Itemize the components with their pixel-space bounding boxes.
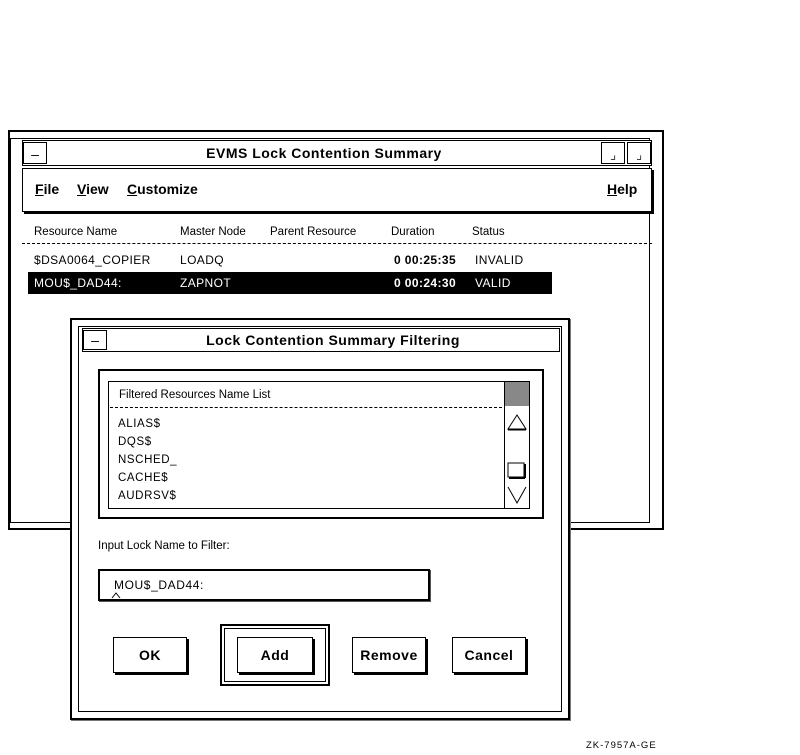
remove-button[interactable]: Remove (352, 637, 426, 673)
dialog-title: Lock Contention Summary Filtering (206, 332, 460, 348)
list-item[interactable]: CACHE$ (118, 472, 168, 484)
dialog-title-bar[interactable]: — Lock Contention Summary Filtering (82, 328, 560, 352)
list-header-separator (110, 407, 502, 408)
add-button[interactable]: Add (237, 637, 313, 673)
minimize-icon: ⌟ (609, 148, 617, 163)
scroll-down-arrow-icon[interactable] (506, 485, 528, 505)
cell-status: INVALID (475, 253, 524, 267)
dialog-menu-button[interactable]: — (83, 330, 107, 350)
menu-view[interactable]: View (77, 181, 109, 197)
cell-resource-name: MOU$_DAD44: (34, 276, 122, 290)
maximize-button[interactable]: ⌟ (627, 142, 651, 164)
dialog-menu-icon: — (91, 334, 99, 349)
window-menu-button[interactable]: — (23, 142, 47, 164)
scrollbar-trough-top (505, 382, 529, 406)
cancel-button[interactable]: Cancel (452, 637, 526, 673)
figure-id: ZK-7957A-GE (586, 740, 657, 751)
lock-name-input[interactable]: MOU$_DAD44: (98, 569, 430, 601)
cell-master-node: LOADQ (180, 253, 225, 267)
minimize-button[interactable]: ⌟ (601, 142, 625, 164)
list-item[interactable]: DQS$ (118, 436, 152, 448)
maximize-icon: ⌟ (635, 148, 643, 163)
main-window-title: EVMS Lock Contention Summary (206, 145, 442, 161)
table-row-selected[interactable]: MOU$_DAD44: ZAPNOT 0 00:24:30 VALID (28, 272, 552, 294)
column-header-duration[interactable]: Duration (391, 226, 434, 238)
main-title-bar[interactable]: — EVMS Lock Contention Summary ⌟ ⌟ (22, 140, 652, 166)
list-item[interactable]: NSCHED_ (118, 454, 177, 466)
input-label: Input Lock Name to Filter: (98, 540, 230, 552)
cell-resource-name: $DSA0064_COPIER (34, 253, 151, 267)
input-value: MOU$_DAD44: (114, 578, 204, 592)
cell-duration: 0 00:24:30 (394, 276, 457, 290)
menu-file[interactable]: File (35, 181, 59, 197)
scroll-thumb[interactable] (507, 462, 527, 480)
column-header-master-node[interactable]: Master Node (180, 226, 246, 238)
window-menu-icon: — (31, 148, 39, 163)
table-row[interactable]: $DSA0064_COPIER LOADQ 0 00:25:35 INVALID (28, 250, 552, 270)
column-header-status[interactable]: Status (472, 226, 505, 238)
menu-customize[interactable]: Customize (127, 181, 198, 197)
ok-button[interactable]: OK (113, 637, 187, 673)
scroll-up-arrow-icon[interactable] (506, 413, 528, 431)
menu-bar: File View Customize Help (22, 168, 652, 212)
cell-master-node: ZAPNOT (180, 276, 232, 290)
list-item[interactable]: AUDRSV$ (118, 490, 177, 502)
menu-help[interactable]: Help (607, 181, 637, 197)
cell-status: VALID (475, 276, 511, 290)
column-header-parent-resource[interactable]: Parent Resource (270, 226, 356, 238)
list-header: Filtered Resources Name List (119, 389, 271, 401)
list-item[interactable]: ALIAS$ (118, 418, 161, 430)
column-header-resource-name[interactable]: Resource Name (34, 226, 117, 238)
header-separator (22, 243, 652, 244)
cell-duration: 0 00:25:35 (394, 253, 457, 267)
text-cursor-icon (111, 592, 121, 599)
